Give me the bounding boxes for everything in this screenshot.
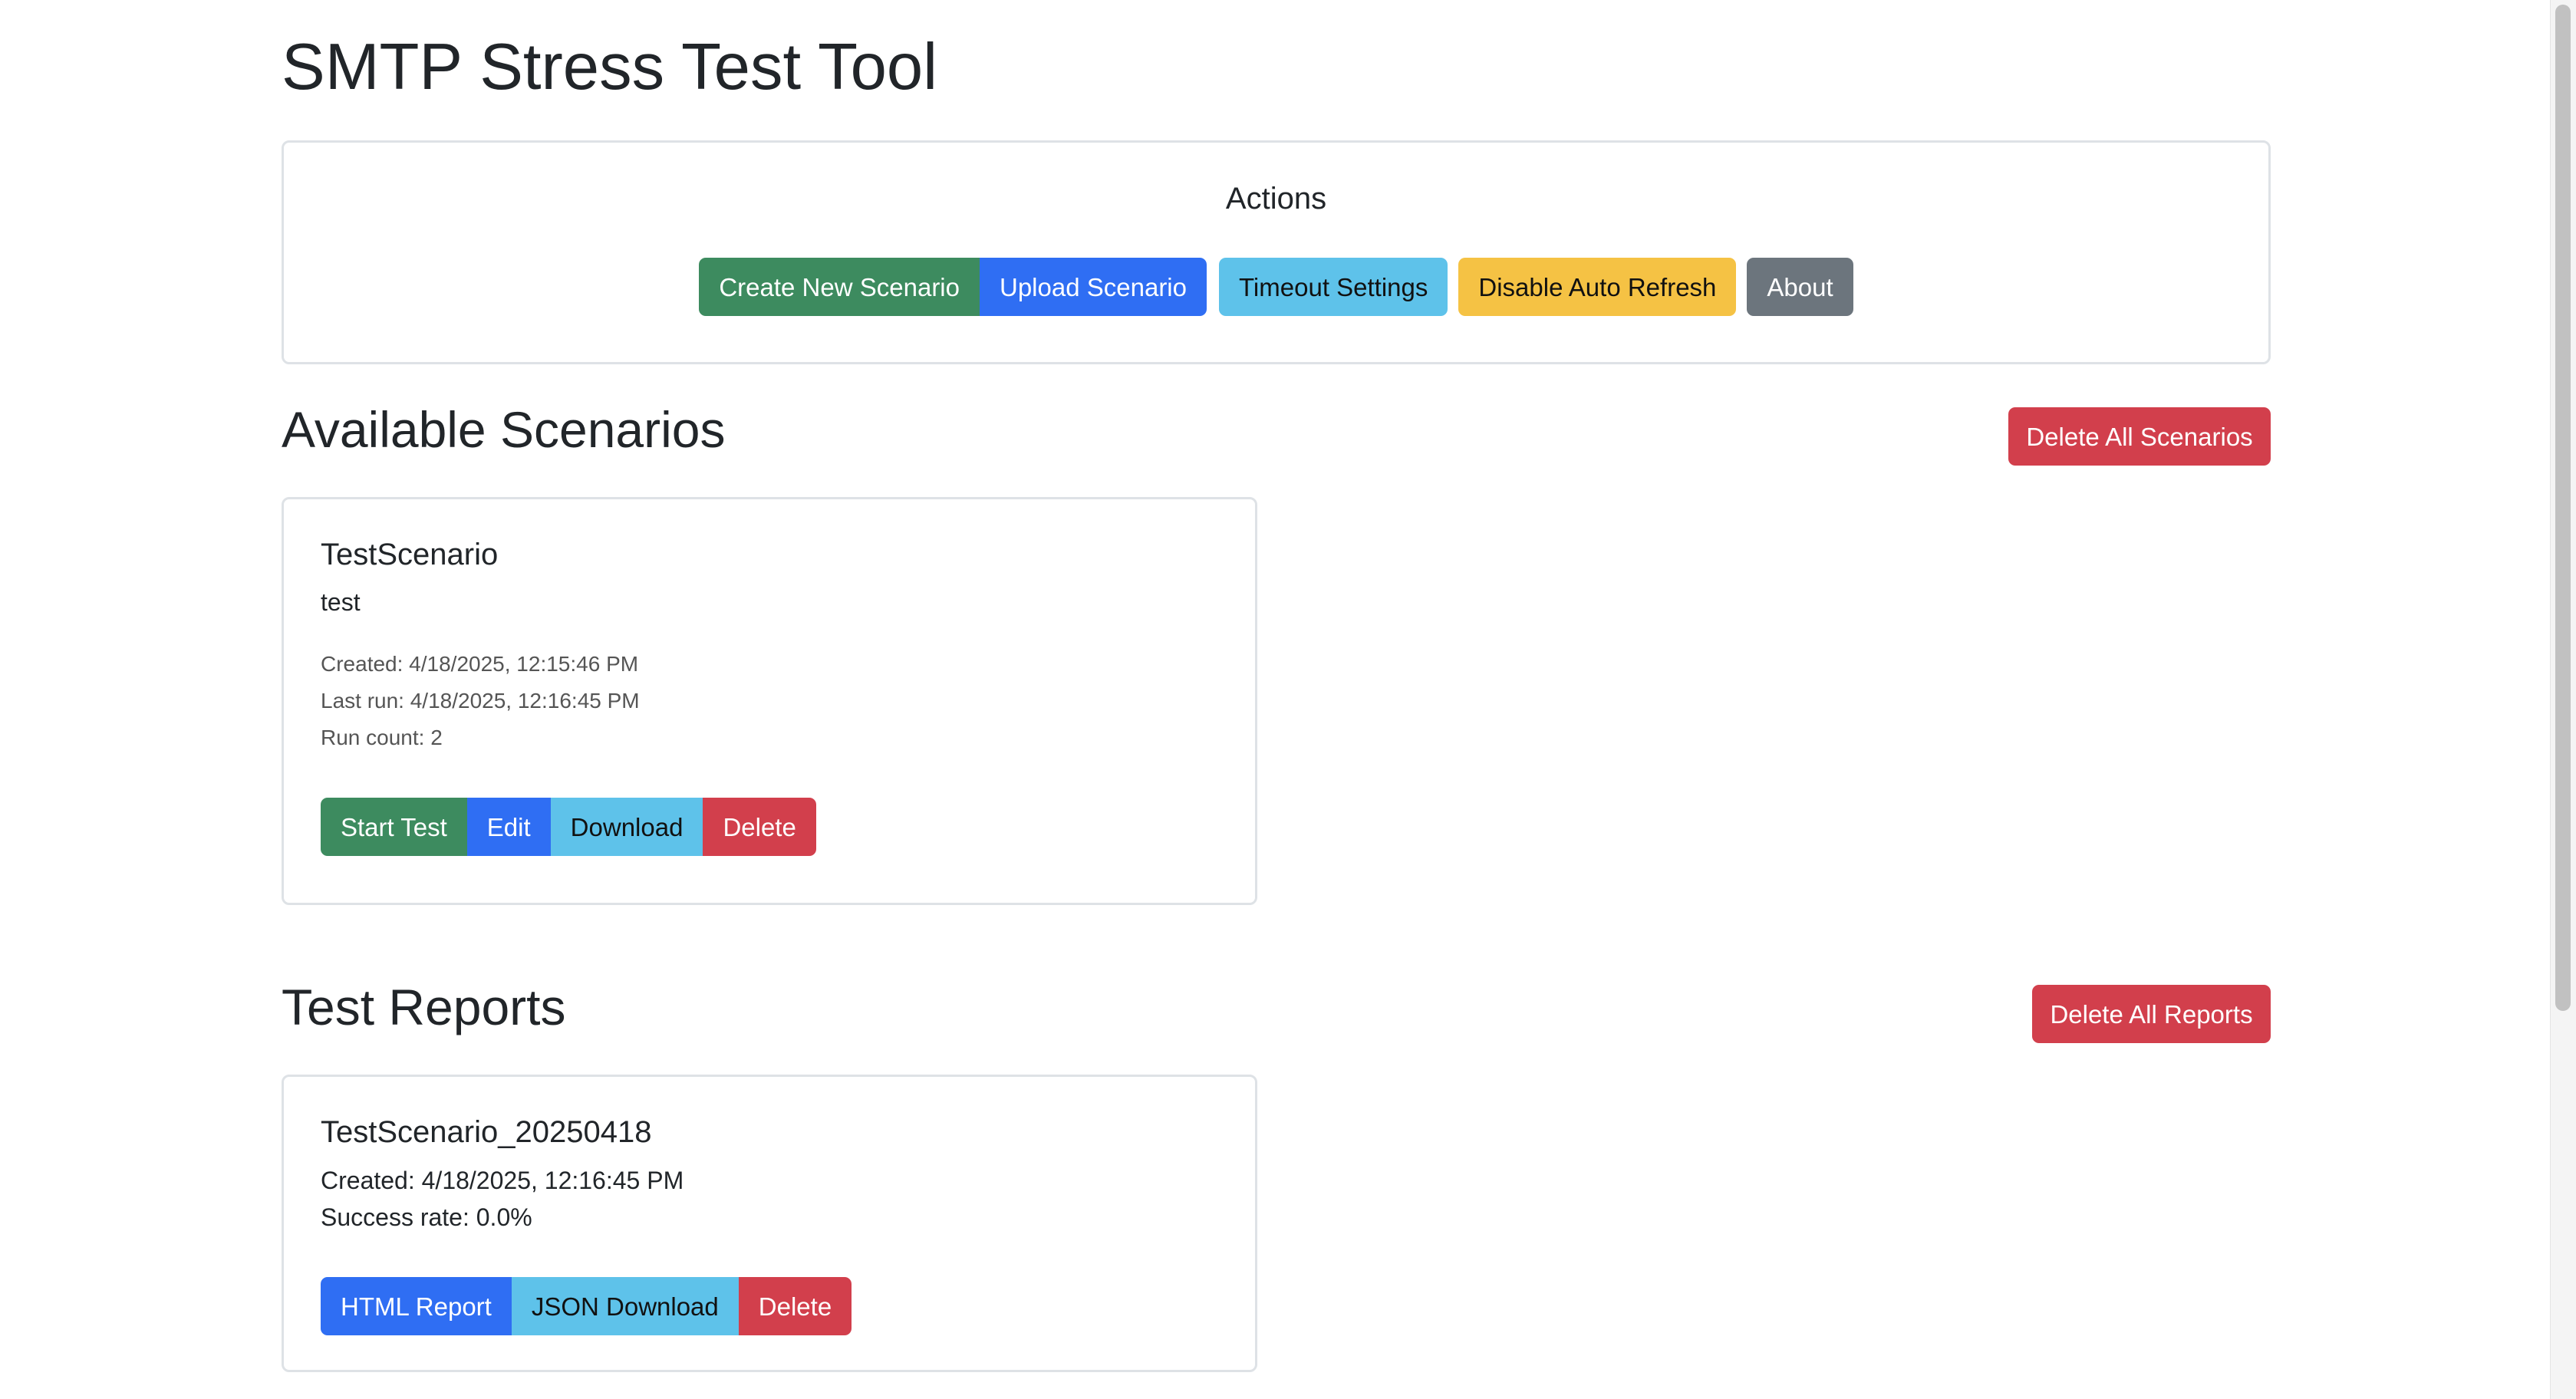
html-report-button[interactable]: HTML Report [321, 1277, 512, 1335]
report-created: Created: 4/18/2025, 12:16:45 PM [321, 1167, 684, 1194]
upload-scenario-button[interactable]: Upload Scenario [980, 258, 1207, 316]
scenario-description: test [321, 588, 361, 616]
delete-scenario-button[interactable]: Delete [703, 798, 816, 856]
delete-report-button[interactable]: Delete [738, 1277, 852, 1335]
scenario-actions: Start Test Edit Download Delete [321, 798, 816, 856]
edit-button[interactable]: Edit [466, 798, 551, 856]
disable-auto-refresh-button[interactable]: Disable Auto Refresh [1458, 258, 1737, 316]
start-test-button[interactable]: Start Test [321, 798, 467, 856]
scenario-run-count: Run count: 2 [321, 726, 443, 749]
report-actions: HTML Report JSON Download Delete [321, 1277, 852, 1335]
scrollbar-thumb[interactable] [2555, 5, 2571, 1011]
timeout-settings-button[interactable]: Timeout Settings [1219, 258, 1448, 316]
scenario-created: Created: 4/18/2025, 12:15:46 PM [321, 652, 639, 676]
scenarios-heading: Available Scenarios [282, 401, 726, 458]
about-button[interactable]: About [1747, 258, 1853, 316]
page-title: SMTP Stress Test Tool [282, 31, 938, 104]
delete-all-reports-button[interactable]: Delete All Reports [2032, 985, 2271, 1043]
scenario-last-run: Last run: 4/18/2025, 12:16:45 PM [321, 689, 640, 713]
scenario-card: TestScenario test Created: 4/18/2025, 12… [282, 497, 1257, 905]
actions-panel: Actions Create New Scenario Upload Scena… [282, 140, 2271, 364]
json-download-button[interactable]: JSON Download [511, 1277, 739, 1335]
scenario-button-group: Create New Scenario Upload Scenario [699, 258, 1207, 316]
actions-toolbar: Create New Scenario Upload Scenario Time… [284, 258, 2268, 316]
page: SMTP Stress Test Tool Actions Create New… [0, 0, 2576, 1399]
scenario-name: TestScenario [321, 538, 499, 571]
report-card: TestScenario_20250418 Created: 4/18/2025… [282, 1075, 1257, 1372]
reports-heading: Test Reports [282, 979, 566, 1035]
create-new-scenario-button[interactable]: Create New Scenario [699, 258, 980, 316]
report-name: TestScenario_20250418 [321, 1115, 652, 1149]
delete-all-scenarios-button[interactable]: Delete All Scenarios [2008, 407, 2271, 466]
report-success-rate: Success rate: 0.0% [321, 1203, 532, 1231]
vertical-scrollbar[interactable] [2550, 0, 2576, 1399]
download-button[interactable]: Download [550, 798, 703, 856]
actions-title: Actions [1225, 182, 1327, 216]
